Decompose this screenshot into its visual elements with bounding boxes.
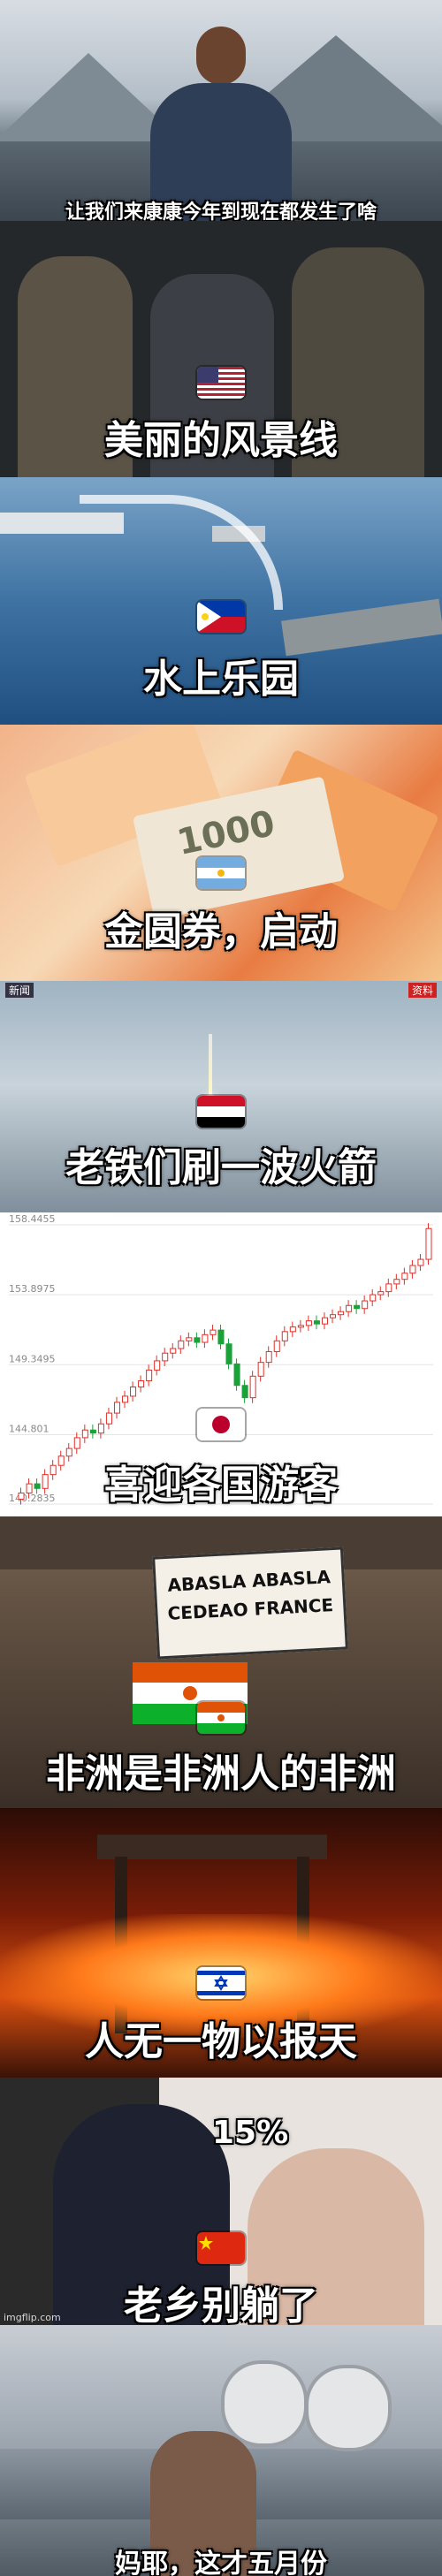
panel-yemen: 新闻 资料 老铁们刷一波火箭 bbox=[0, 981, 442, 1212]
caption-outro: 妈耶，这才五月份 bbox=[115, 2549, 327, 2576]
candle-body bbox=[281, 1331, 288, 1341]
candle-body bbox=[249, 1375, 256, 1399]
panel-china: 15% 老乡别躺了 imgflip.com bbox=[0, 2078, 442, 2325]
caption-yemen: 老铁们刷一波火箭 bbox=[65, 1145, 377, 1190]
panel-us: 美丽的风景线 bbox=[0, 221, 442, 477]
candle-body bbox=[178, 1340, 185, 1349]
caption-intro: 让我们来康康今年到现在都发生了啥 bbox=[65, 201, 377, 221]
water-cannon-spray bbox=[80, 495, 283, 610]
watermark: imgflip.com bbox=[4, 2312, 61, 2323]
sign-line: ABASLA ABASLA bbox=[166, 1566, 332, 1596]
binocular-viewer bbox=[221, 2360, 392, 2458]
candle-body bbox=[241, 1385, 248, 1399]
candle-body bbox=[370, 1294, 377, 1302]
candle-body bbox=[113, 1402, 120, 1414]
candle-body bbox=[289, 1326, 296, 1333]
candle-body bbox=[362, 1300, 369, 1310]
panel-israel: 人无一物以报天 bbox=[0, 1808, 442, 2078]
candle-body bbox=[202, 1334, 209, 1343]
candle-body bbox=[297, 1325, 304, 1328]
caption-china: 老乡别躺了 bbox=[124, 2283, 318, 2325]
candle-body bbox=[170, 1348, 177, 1354]
candle-body bbox=[89, 1429, 96, 1434]
candle-body bbox=[225, 1343, 232, 1364]
person-figure bbox=[150, 27, 292, 221]
niger-flag-icon bbox=[197, 1702, 245, 1734]
candle-body bbox=[330, 1314, 337, 1318]
yemen-flag-icon bbox=[197, 1096, 245, 1128]
candle-body bbox=[377, 1291, 385, 1296]
candle-body bbox=[417, 1258, 424, 1266]
caption-niger: 非洲是非洲人的非洲 bbox=[46, 1752, 396, 1797]
candle-body bbox=[233, 1363, 240, 1387]
caption-argentina: 金圆券，启动 bbox=[104, 909, 338, 954]
rocket-trail bbox=[209, 1034, 212, 1096]
y-tick-label: 149.3495 bbox=[9, 1353, 56, 1364]
gate-arch bbox=[97, 1835, 327, 1859]
candle-body bbox=[338, 1311, 345, 1316]
philippines-flag-icon bbox=[197, 601, 245, 633]
candle-body bbox=[346, 1304, 353, 1312]
candle-body bbox=[154, 1360, 161, 1371]
candle-body bbox=[73, 1437, 80, 1449]
japan-flag-icon bbox=[197, 1409, 245, 1440]
candle-body bbox=[354, 1304, 361, 1310]
candle-body bbox=[186, 1337, 193, 1341]
panel-niger: ABASLA ABASLA CEDEAO FRANCE 非洲是非洲人的非洲 bbox=[0, 1516, 442, 1808]
sign-line: CEDEAO FRANCE bbox=[167, 1594, 334, 1624]
y-tick-label: 158.4455 bbox=[9, 1213, 56, 1225]
panel-japan: 158.4455 153.8975 149.3495 144.801 140.2835 … bbox=[0, 1212, 442, 1516]
candle-body bbox=[385, 1283, 392, 1293]
y-tick-label: 153.8975 bbox=[9, 1283, 56, 1295]
candle-body bbox=[305, 1320, 312, 1326]
argentina-flag-icon bbox=[197, 857, 245, 889]
candle-body bbox=[425, 1227, 432, 1260]
panel-intro: 让我们来康康今年到现在都发生了啥 bbox=[0, 0, 442, 221]
caption-us: 美丽的风景线 bbox=[104, 418, 338, 463]
candle-body bbox=[393, 1279, 400, 1285]
china-flag-icon bbox=[197, 2232, 245, 2264]
percent-label: 15% bbox=[212, 2115, 289, 2151]
candle-body bbox=[321, 1317, 329, 1325]
candle-body bbox=[97, 1423, 104, 1434]
candle-body bbox=[146, 1369, 153, 1382]
candle-body bbox=[257, 1362, 264, 1377]
candle-body bbox=[194, 1337, 201, 1343]
candle-body bbox=[217, 1329, 225, 1345]
caption-israel: 人无一物以报天 bbox=[85, 2019, 357, 2064]
panel-philippines: 水上乐园 bbox=[0, 477, 442, 725]
candle-body bbox=[81, 1429, 88, 1439]
israel-flag-icon bbox=[197, 1967, 245, 1999]
caption-japan: 喜迎各国游客 bbox=[104, 1463, 338, 1508]
caption-philippines: 水上乐园 bbox=[143, 657, 299, 702]
y-tick-label: 144.801 bbox=[9, 1423, 50, 1434]
tv-label: 资料 bbox=[408, 983, 437, 998]
candle-body bbox=[162, 1352, 169, 1362]
candle-body bbox=[313, 1320, 320, 1325]
tv-label: 新闻 bbox=[5, 983, 34, 998]
candle-body bbox=[122, 1395, 129, 1403]
protest-sign: ABASLA ABASLA CEDEAO FRANCE bbox=[152, 1546, 348, 1660]
candle-body bbox=[265, 1350, 272, 1364]
candle-body bbox=[409, 1265, 416, 1274]
candle-body bbox=[138, 1380, 145, 1387]
candle-body bbox=[401, 1273, 408, 1280]
candle-body bbox=[130, 1386, 137, 1397]
panel-argentina: 1000 金圆券，启动 bbox=[0, 725, 442, 981]
candle-body bbox=[105, 1412, 112, 1425]
candle-body bbox=[210, 1329, 217, 1335]
panel-outro: 妈耶，这才五月份 bbox=[0, 2325, 442, 2576]
candle-body bbox=[273, 1340, 280, 1352]
us-flag-icon bbox=[197, 367, 245, 399]
